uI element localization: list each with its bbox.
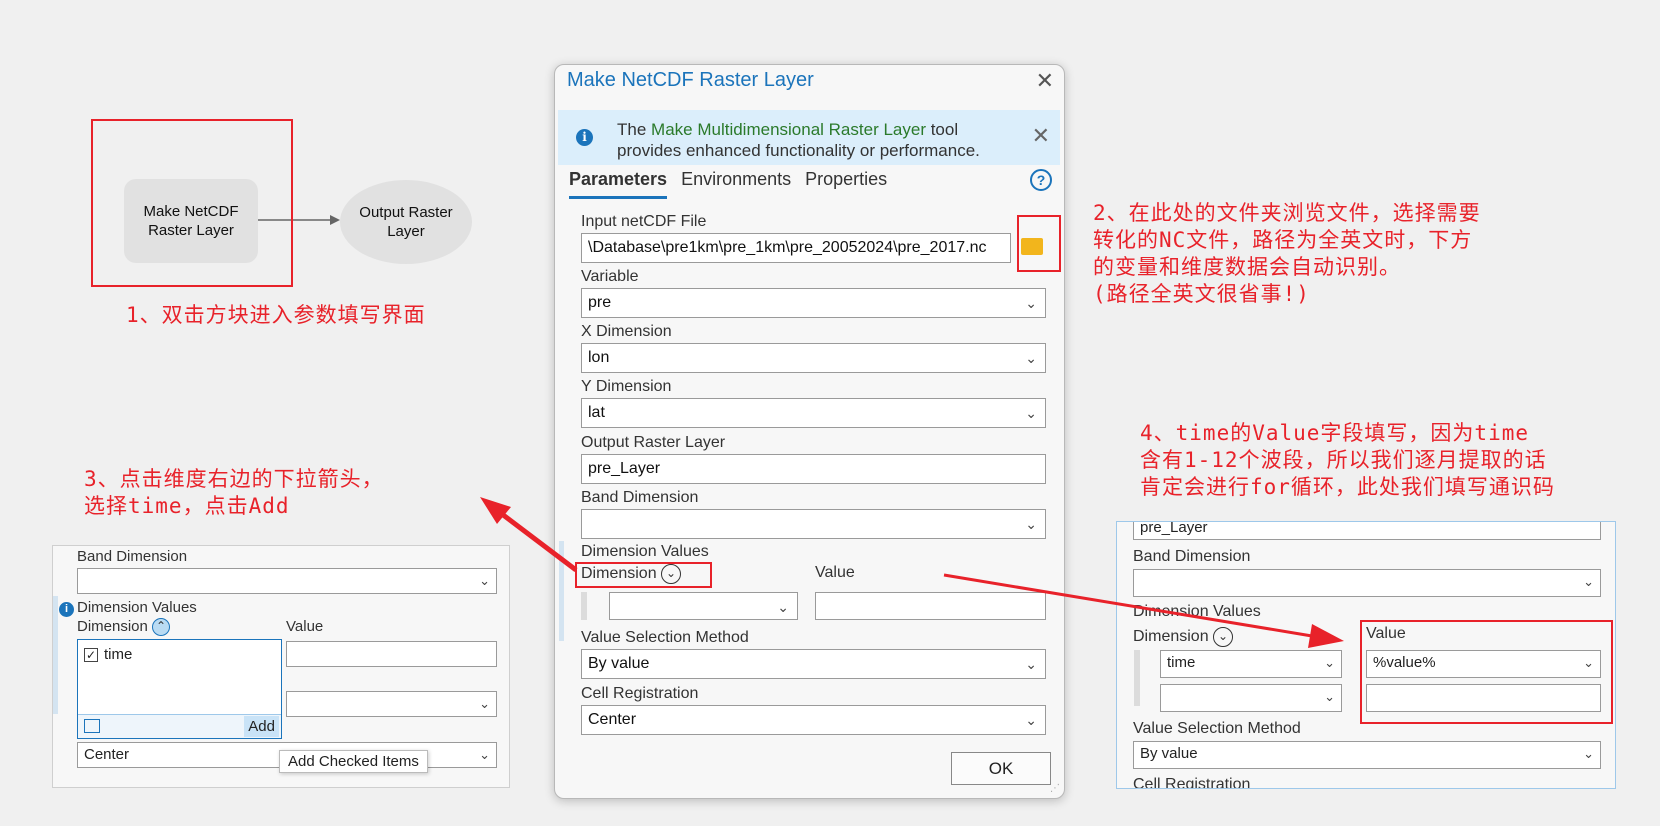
arrow-head-step4 [1308,624,1344,648]
annotation-arrows [480,497,1344,648]
arrow-to-step3 [492,506,578,572]
arrow-to-step4 [943,573,1313,638]
